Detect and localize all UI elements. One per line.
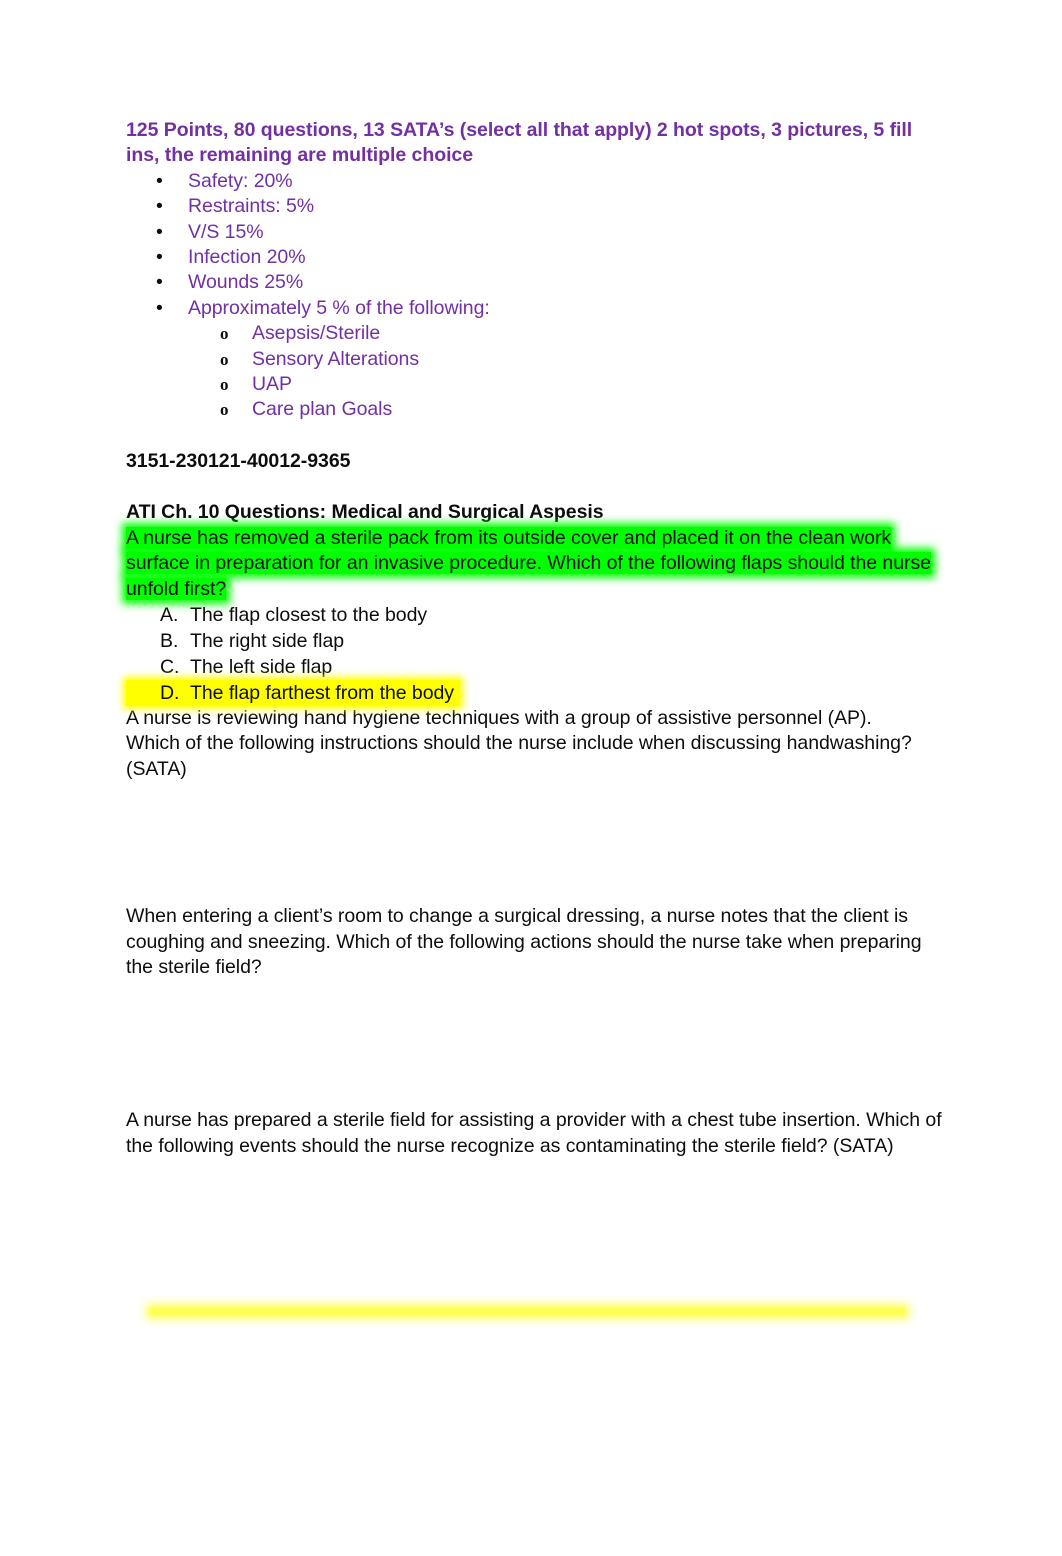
list-item: • Restraints: 5% bbox=[126, 194, 952, 219]
reference-code: 3151-230121-40012-9365 bbox=[126, 449, 351, 472]
choice-label: The left side flap bbox=[190, 655, 333, 678]
choice-marker: C. bbox=[160, 655, 180, 678]
choice-option-b[interactable]: B. The right side flap bbox=[126, 628, 952, 654]
choice-marker: A. bbox=[160, 603, 179, 626]
choice-option-c[interactable]: C. The left side flap bbox=[126, 654, 952, 680]
bullet-icon: • bbox=[156, 271, 163, 294]
question-1-line-1-text: A nurse has removed a sterile pack from … bbox=[126, 526, 892, 549]
list-item: • Infection 20% bbox=[126, 245, 952, 270]
circle-bullet-icon: o bbox=[220, 324, 229, 344]
highlight-bar bbox=[150, 1308, 905, 1315]
list-item: o Asepsis/Sterile bbox=[126, 321, 952, 346]
list-item: • Safety: 20% bbox=[126, 169, 952, 194]
choice-label: The flap farthest from the body bbox=[190, 681, 455, 704]
sub-bullet-list: o Asepsis/Sterile o Sensory Alterations … bbox=[126, 321, 952, 423]
list-item-label: Approximately 5 % of the following: bbox=[188, 296, 490, 319]
list-item-label: Restraints: 5% bbox=[188, 195, 315, 218]
choice-option-d[interactable]: D. The flap farthest from the body bbox=[126, 679, 461, 706]
bullet-icon: • bbox=[156, 296, 163, 319]
list-item: o Care plan Goals bbox=[126, 397, 952, 422]
question-1-line-1: A nurse has removed a sterile pack from … bbox=[126, 526, 952, 551]
circle-bullet-icon: o bbox=[220, 400, 229, 420]
list-item: • Approximately 5 % of the following: bbox=[126, 296, 952, 321]
list-item-label: Asepsis/Sterile bbox=[252, 322, 381, 345]
bullet-icon: • bbox=[156, 195, 163, 218]
topic-bullet-list: • Safety: 20% • Restraints: 5% • V/S 15%… bbox=[126, 169, 952, 321]
choice-label: The right side flap bbox=[190, 629, 345, 652]
circle-bullet-icon: o bbox=[220, 375, 229, 395]
list-item: • V/S 15% bbox=[126, 220, 952, 245]
circle-bullet-icon: o bbox=[220, 349, 229, 369]
list-item-label: V/S 15% bbox=[188, 220, 264, 243]
choice-label: The flap closest to the body bbox=[190, 603, 428, 626]
question-1-choice-list: A. The flap closest to the body B. The r… bbox=[126, 602, 952, 706]
list-item: • Wounds 25% bbox=[126, 270, 952, 295]
list-item-label: Care plan Goals bbox=[252, 398, 393, 421]
question-1-line-3-text: unfold first? bbox=[126, 577, 227, 600]
choice-marker: B. bbox=[160, 629, 179, 652]
intro-heading: 125 Points, 80 questions, 13 SATA’s (sel… bbox=[126, 119, 913, 167]
list-item-label: Safety: 20% bbox=[188, 169, 293, 192]
list-item: o Sensory Alterations bbox=[126, 347, 952, 372]
question-1-line-2-text: surface in preparation for an invasive p… bbox=[126, 552, 931, 575]
question-1-line-2: surface in preparation for an invasive p… bbox=[126, 551, 952, 576]
question-4-stem: A nurse has prepared a sterile field for… bbox=[126, 1109, 942, 1157]
bullet-icon: • bbox=[156, 246, 163, 269]
bullet-icon: • bbox=[156, 220, 163, 243]
question-1-line-3: unfold first? bbox=[126, 577, 952, 602]
list-item-label: Sensory Alterations bbox=[252, 347, 420, 370]
list-item-label: Wounds 25% bbox=[188, 271, 304, 294]
bullet-icon: • bbox=[156, 169, 163, 192]
choice-option-a[interactable]: A. The flap closest to the body bbox=[126, 602, 952, 628]
document-page: 125 Points, 80 questions, 13 SATA’s (sel… bbox=[0, 0, 1062, 1556]
choice-marker: D. bbox=[160, 681, 180, 704]
list-item-label: UAP bbox=[252, 373, 292, 396]
list-item-label: Infection 20% bbox=[188, 246, 306, 269]
section-heading: ATI Ch. 10 Questions: Medical and Surgic… bbox=[126, 501, 604, 524]
question-2-stem: A nurse is reviewing hand hygiene techni… bbox=[126, 706, 912, 780]
question-3-stem: When entering a client’s room to change … bbox=[126, 905, 922, 978]
list-item: o UAP bbox=[126, 372, 952, 397]
question-1-stem: A nurse has removed a sterile pack from … bbox=[126, 526, 952, 602]
trailing-highlight-line bbox=[150, 1308, 905, 1322]
